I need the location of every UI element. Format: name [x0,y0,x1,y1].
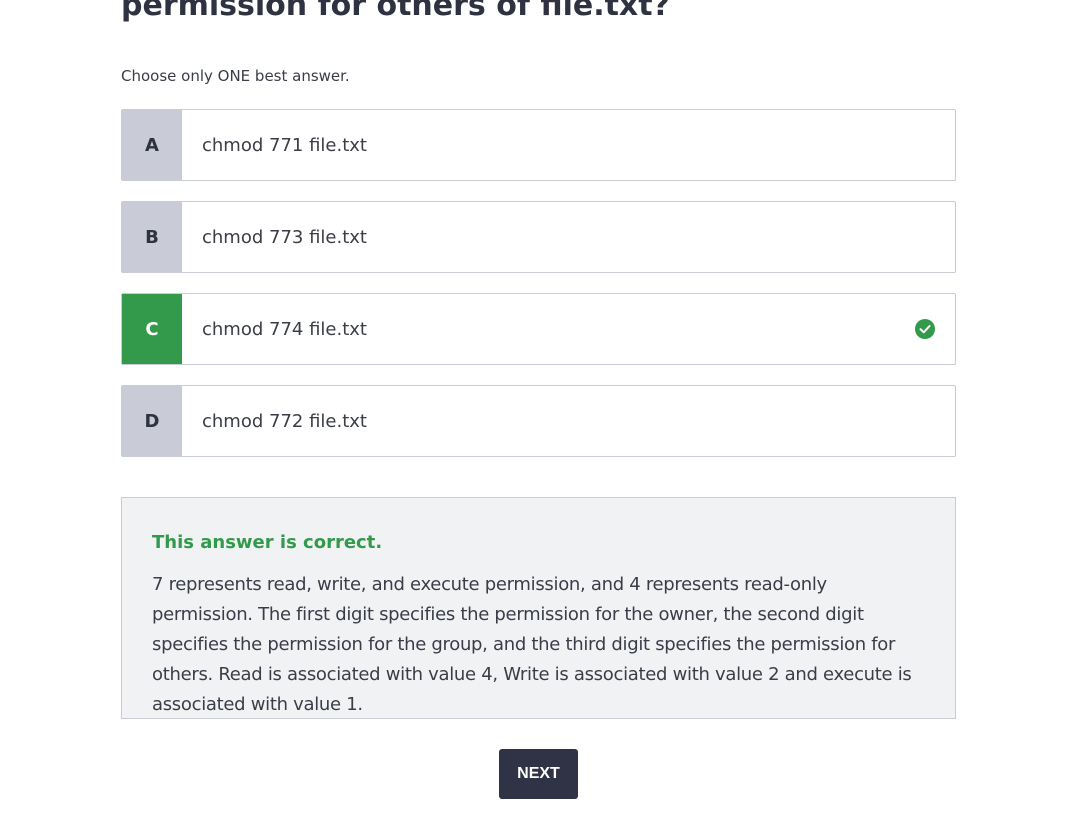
option-c[interactable]: C chmod 774 file.txt [121,293,956,365]
next-button[interactable]: NEXT [499,749,578,799]
check-circle-icon [895,294,955,364]
quiz-page: permission for others of file.txt? Choos… [0,0,1075,813]
option-letter: A [122,110,182,180]
option-b[interactable]: B chmod 773 file.txt [121,201,956,273]
option-letter: D [122,386,182,456]
option-a[interactable]: A chmod 771 file.txt [121,109,956,181]
option-text: chmod 771 file.txt [202,134,367,156]
feedback-explanation: 7 represents read, write, and execute pe… [152,574,912,715]
question-title: permission for others of file.txt? [121,0,671,23]
option-d[interactable]: D chmod 772 file.txt [121,385,956,457]
option-letter: C [122,294,182,364]
answer-instruction: Choose only ONE best answer. [121,67,350,85]
feedback-status: This answer is correct. [152,532,383,553]
feedback-panel: This answer is correct. 7 represents rea… [121,497,956,719]
option-text: chmod 773 file.txt [202,226,367,248]
option-letter: B [122,202,182,272]
option-text: chmod 774 file.txt [202,318,367,340]
option-text: chmod 772 file.txt [202,410,367,432]
answer-options: A chmod 771 file.txt B chmod 773 file.tx… [121,109,956,477]
